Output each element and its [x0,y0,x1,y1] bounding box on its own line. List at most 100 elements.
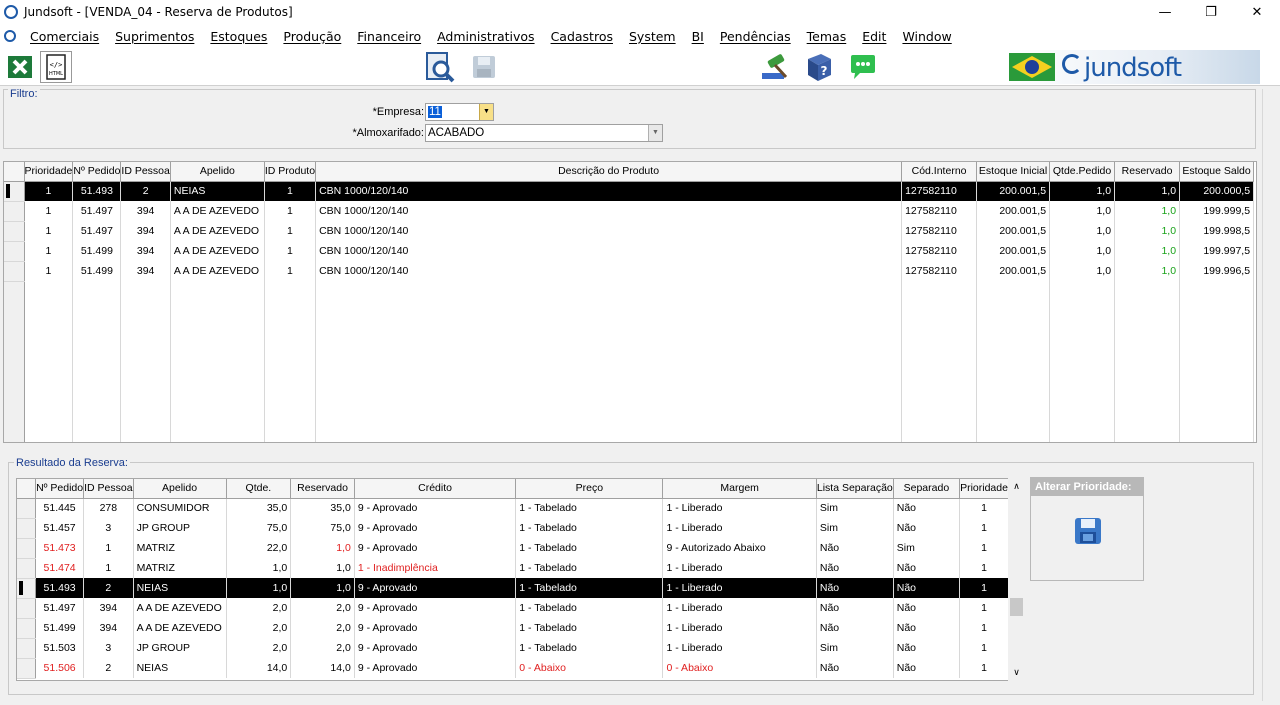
cell: 1 - Liberado [662,598,817,618]
grid1-header[interactable]: Descrição do Produto [315,162,903,182]
scroll-up-icon[interactable]: ∧ [1008,478,1025,495]
cell: 3 [83,638,134,658]
row-selector[interactable] [17,638,37,659]
grid2-header[interactable]: Preço [515,479,664,499]
row-selector[interactable] [4,241,25,262]
grid2-header[interactable]: Margem [662,479,817,499]
grid1-header[interactable]: Apelido [170,162,265,182]
grid2-header[interactable]: Qtde. [226,479,292,499]
row-selector[interactable] [4,221,25,242]
row-selector[interactable] [17,518,37,539]
grid2-header[interactable]: Lista Separação [816,479,894,499]
table-row[interactable]: 51.474 1 MATRIZ 1,0 1,0 1 - Inadimplênci… [17,558,1009,579]
menu-pendencias[interactable]: Pendências [720,29,791,44]
menu-producao[interactable]: Produção [283,29,341,44]
empresa-combo[interactable]: 11 ▼ [425,103,494,121]
table-row[interactable]: 1 51.497 394 A A DE AZEVEDO 1 CBN 1000/1… [4,201,1255,222]
row-selector[interactable] [17,658,37,679]
grid1-header[interactable]: Reservado [1114,162,1181,182]
cell: 1 [959,538,1009,558]
table-row[interactable]: 51.497 394 A A DE AZEVEDO 2,0 2,0 9 - Ap… [17,598,1009,619]
table-row[interactable]: 51.493 2 NEIAS 1,0 1,0 9 - Aprovado 1 - … [17,578,1009,599]
menu-cadastros[interactable]: Cadastros [551,29,613,44]
menu-administrativos[interactable]: Administrativos [437,29,534,44]
table-row[interactable]: 51.445 278 CONSUMIDOR 35,0 35,0 9 - Apro… [17,498,1009,519]
menu-system[interactable]: System [629,29,676,44]
table-row[interactable]: 51.499 394 A A DE AZEVEDO 2,0 2,0 9 - Ap… [17,618,1009,639]
save-button-disabled[interactable] [468,51,500,83]
table-row[interactable]: 51.506 2 NEIAS 14,0 14,0 9 - Aprovado 0 … [17,658,1009,679]
menu-suprimentos[interactable]: Suprimentos [115,29,194,44]
auction-button[interactable] [760,51,792,83]
save-priority-button[interactable] [1073,516,1103,546]
cell: 1 - Tabelado [515,578,664,598]
cell: 1 [264,221,317,241]
table-row[interactable]: 1 51.497 394 A A DE AZEVEDO 1 CBN 1000/1… [4,221,1255,242]
row-selector[interactable] [4,201,25,222]
grid2-header[interactable]: Prioridade [959,479,1009,499]
cell: NEIAS [133,578,227,598]
app-menu-icon[interactable] [4,30,16,42]
grid2-header[interactable]: Separado [893,479,961,499]
table-row[interactable]: 1 51.499 394 A A DE AZEVEDO 1 CBN 1000/1… [4,241,1255,262]
row-selector[interactable] [17,618,37,639]
empresa-value: 11 [428,106,442,118]
table-row[interactable]: 1 51.499 394 A A DE AZEVEDO 1 CBN 1000/1… [4,261,1255,282]
grid1-indicator-header [4,162,25,182]
result-grid: Nº Pedido ID Pessoa Apelido Qtde. Reserv… [16,478,1010,681]
row-selector[interactable] [4,181,25,202]
html-export-button[interactable]: </> HTML [40,51,72,83]
search-button[interactable] [424,51,456,83]
menu-estoques[interactable]: Estoques [210,29,267,44]
table-row[interactable]: 51.503 3 JP GROUP 2,0 2,0 9 - Aprovado 1… [17,638,1009,659]
cell: 9 - Aprovado [354,598,517,618]
help-button[interactable]: ? [803,51,835,83]
row-selector[interactable] [17,578,37,599]
cell: 51.497 [35,598,85,618]
chat-button[interactable] [847,51,879,83]
cell: Não [816,558,894,578]
empresa-dropdown-arrow-icon[interactable]: ▼ [479,104,493,120]
menu-comerciais[interactable]: Comerciais [30,29,99,44]
grid2-header[interactable]: Nº Pedido [35,479,85,499]
excel-export-button[interactable] [4,51,36,83]
table-row[interactable]: 51.473 1 MATRIZ 22,0 1,0 9 - Aprovado 1 … [17,538,1009,559]
row-selector[interactable] [17,538,37,559]
grid2-header[interactable]: Reservado [290,479,355,499]
menu-window[interactable]: Window [902,29,951,44]
excel-icon [8,56,32,78]
grid2-header[interactable]: Apelido [133,479,227,499]
menu-temas[interactable]: Temas [807,29,847,44]
row-selector[interactable] [4,261,25,282]
table-row[interactable]: 51.457 3 JP GROUP 75,0 75,0 9 - Aprovado… [17,518,1009,539]
row-selector[interactable] [17,498,37,519]
minimize-icon[interactable]: — [1142,0,1188,24]
almoxarifado-dropdown-arrow-icon[interactable]: ▼ [648,125,662,141]
grid1-header[interactable]: ID Produto [264,162,317,182]
grid1-header[interactable]: Nº Pedido [72,162,122,182]
grid1-header[interactable]: Estoque Saldo [1179,162,1255,182]
close-icon[interactable]: ✕ [1234,0,1280,24]
almoxarifado-combo[interactable]: ACABADO ▼ [425,124,663,142]
cell: 1 [959,578,1009,598]
grid1-header[interactable]: Cód.Interno [901,162,978,182]
maximize-icon[interactable]: ❐ [1188,0,1234,24]
cell: 1,0 [290,538,355,558]
menu-bi[interactable]: BI [692,29,704,44]
grid1-header[interactable]: Prioridade [24,162,74,182]
grid1-header[interactable]: Estoque Inicial [976,162,1051,182]
table-row[interactable]: 1 51.493 2 NEIAS 1 CBN 1000/120/140 1275… [4,181,1255,202]
cell: 3 [83,518,134,538]
scroll-thumb[interactable] [1010,598,1023,616]
grid1-header[interactable]: Qtde.Pedido [1049,162,1116,182]
grid2-header[interactable]: Crédito [354,479,517,499]
row-selector[interactable] [17,598,37,619]
grid1-header[interactable]: ID Pessoa [120,162,171,182]
menu-financeiro[interactable]: Financeiro [357,29,421,44]
result-scrollbar[interactable]: ∧ ∨ [1008,478,1025,681]
grid2-header[interactable]: ID Pessoa [83,479,134,499]
row-selector[interactable] [17,558,37,579]
scroll-down-icon[interactable]: ∨ [1008,664,1025,681]
cell: 51.499 [35,618,85,638]
menu-edit[interactable]: Edit [862,29,886,44]
